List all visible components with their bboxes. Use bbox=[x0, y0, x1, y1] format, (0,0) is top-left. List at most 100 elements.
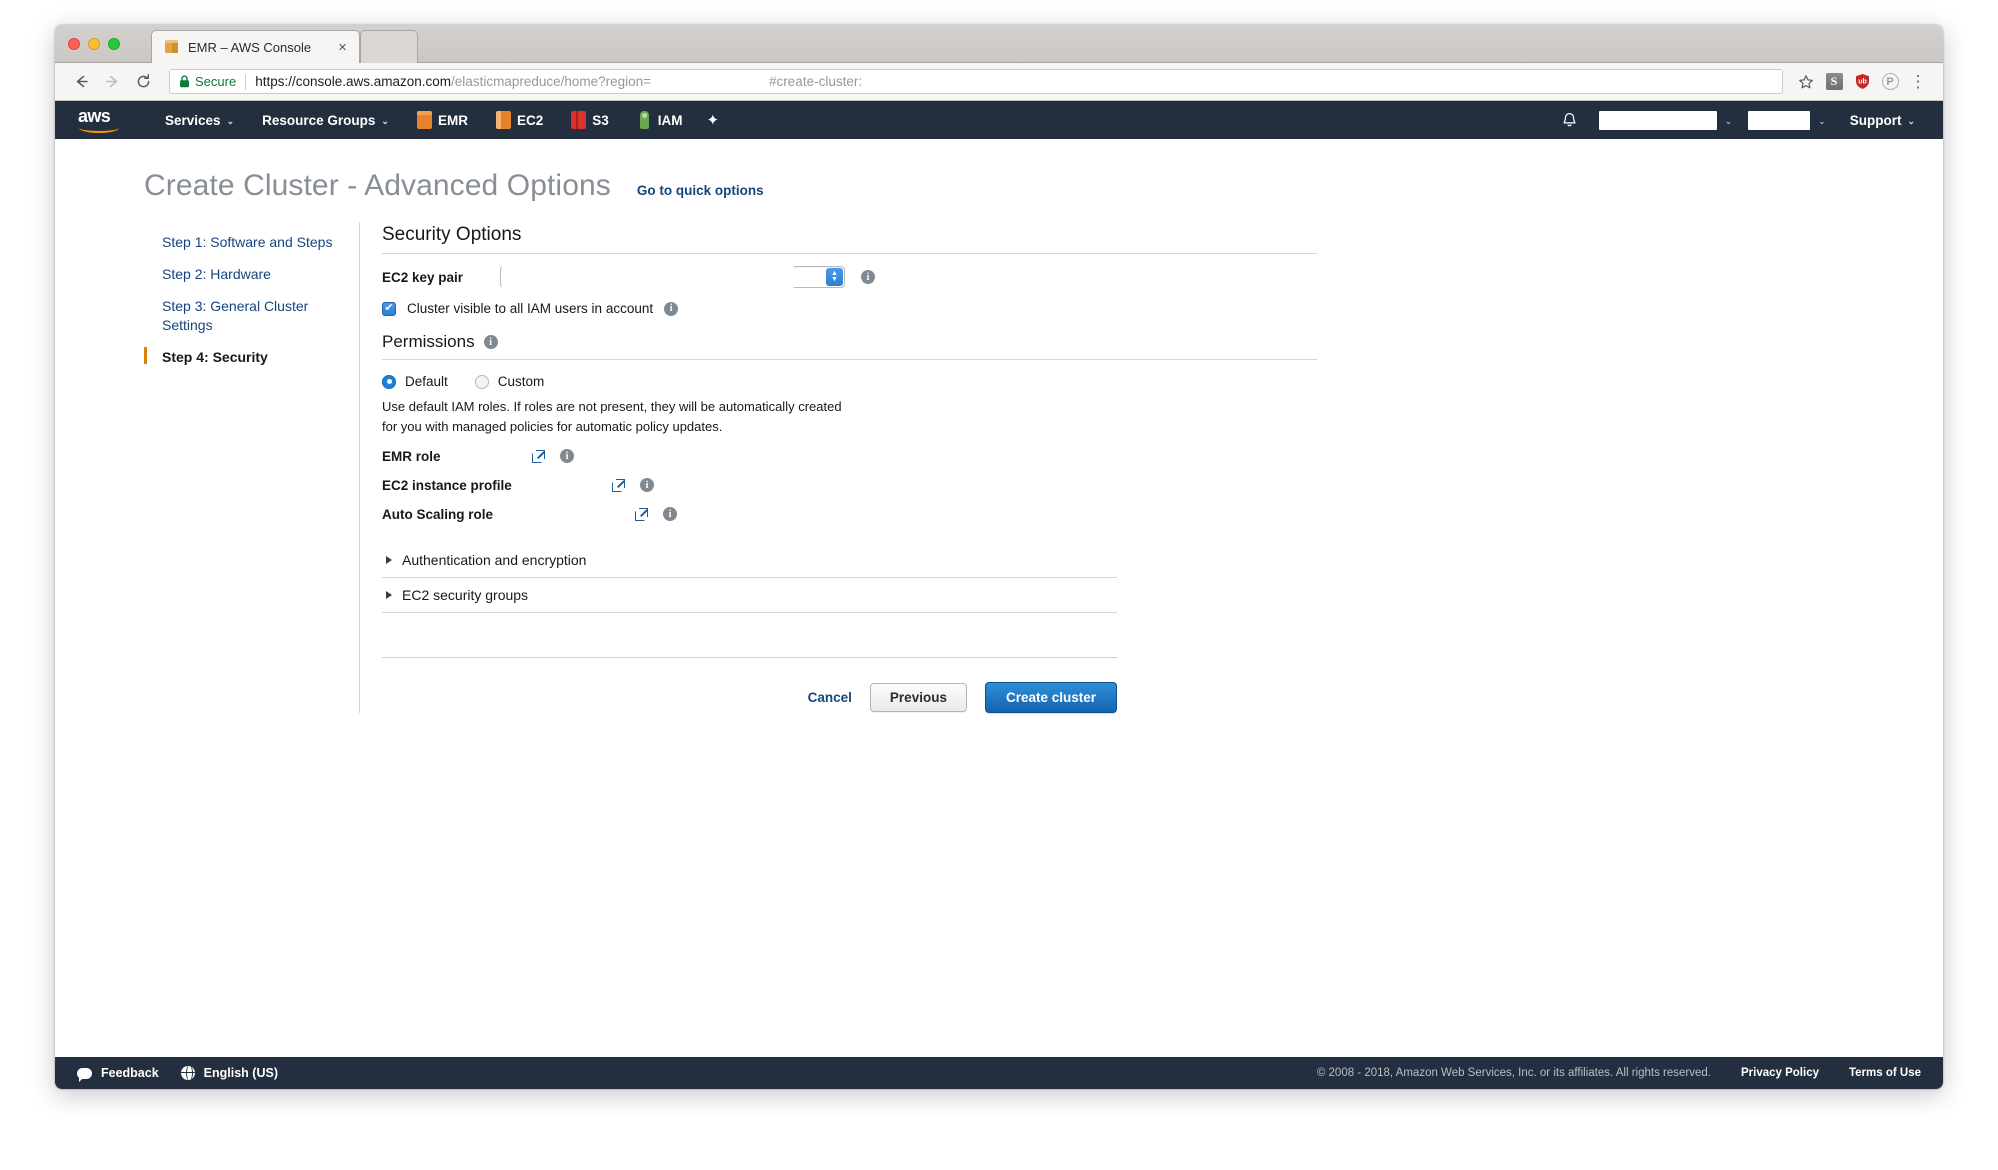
nav-services-label: Services bbox=[165, 112, 221, 128]
nav-shortcut-ec2[interactable]: EC2 bbox=[482, 101, 557, 139]
ec2-icon bbox=[495, 111, 511, 129]
account-menu[interactable]: ⌄ bbox=[1593, 110, 1739, 130]
nav-shortcut-s3-label: S3 bbox=[592, 112, 609, 128]
ublock-shield-icon[interactable]: ʊb bbox=[1849, 69, 1875, 95]
speech-bubble-icon bbox=[77, 1067, 92, 1082]
page-content: Create Cluster - Advanced Options Go to … bbox=[55, 139, 1943, 1089]
sidebar-item-step-2[interactable]: Step 2: Hardware bbox=[144, 258, 359, 290]
stylish-extension-icon[interactable]: S bbox=[1821, 69, 1847, 95]
cancel-button[interactable]: Cancel bbox=[808, 690, 852, 705]
permissions-radio-group: Default Custom bbox=[382, 374, 1320, 389]
sidebar-item-step-4[interactable]: Step 4: Security bbox=[144, 341, 359, 373]
chevron-right-icon bbox=[386, 591, 392, 599]
omnibox-divider bbox=[245, 73, 247, 90]
nav-shortcut-s3[interactable]: S3 bbox=[557, 101, 623, 139]
address-bar[interactable]: Secure https://console.aws.amazon.com/el… bbox=[169, 69, 1783, 94]
info-icon-ec2-key-pair[interactable]: i bbox=[861, 270, 875, 284]
info-icon-auto-scaling-role[interactable]: i bbox=[663, 507, 677, 521]
region-name-redacted bbox=[1748, 110, 1811, 130]
permissions-radio-default[interactable] bbox=[382, 374, 396, 389]
ec2-key-pair-select[interactable]: ▲ ▼ bbox=[500, 261, 845, 289]
s3-icon bbox=[571, 111, 587, 129]
privacy-policy-link[interactable]: Privacy Policy bbox=[1741, 1067, 1819, 1079]
terms-of-use-link[interactable]: Terms of Use bbox=[1849, 1067, 1921, 1079]
pocket-extension-icon[interactable]: P bbox=[1877, 69, 1903, 95]
external-link-icon-auto-scaling-role[interactable] bbox=[635, 507, 648, 521]
chevron-down-icon: ⌄ bbox=[1724, 115, 1733, 126]
nav-resource-groups[interactable]: Resource Groups ⌄ bbox=[248, 101, 403, 139]
close-window-button[interactable] bbox=[68, 38, 80, 50]
aws-logo[interactable]: aws bbox=[77, 106, 125, 134]
account-name-redacted bbox=[1598, 110, 1717, 130]
reload-icon[interactable] bbox=[129, 68, 157, 96]
external-link-icon-emr-role[interactable] bbox=[532, 449, 545, 463]
bell-icon[interactable] bbox=[1550, 112, 1589, 129]
nav-shortcut-iam[interactable]: IAM bbox=[623, 101, 697, 139]
create-cluster-button[interactable]: Create cluster bbox=[984, 682, 1117, 713]
info-icon-cluster-visible[interactable]: i bbox=[664, 301, 679, 316]
globe-icon bbox=[180, 1066, 195, 1080]
feedback-link[interactable]: Feedback bbox=[77, 1066, 159, 1082]
page-title: Create Cluster - Advanced Options bbox=[144, 169, 611, 202]
emr-role-label: EMR role bbox=[382, 448, 441, 464]
page-header: Create Cluster - Advanced Options Go to … bbox=[55, 139, 1943, 203]
go-to-quick-options-link[interactable]: Go to quick options bbox=[637, 183, 764, 198]
url-host: https://console.aws.amazon.com bbox=[255, 74, 452, 89]
permissions-title-text: Permissions bbox=[382, 332, 475, 351]
close-tab-icon[interactable]: × bbox=[334, 39, 351, 56]
permissions-description: Use default IAM roles. If roles are not … bbox=[382, 399, 842, 434]
desktop-background: EMR – AWS Console × Secure https://conso… bbox=[0, 0, 1998, 1170]
nav-services[interactable]: Services ⌄ bbox=[151, 101, 248, 139]
forward-icon[interactable] bbox=[98, 68, 126, 96]
bookmark-star-icon[interactable] bbox=[1793, 69, 1819, 95]
nav-support-label: Support bbox=[1849, 112, 1902, 128]
maximize-window-button[interactable] bbox=[108, 38, 120, 50]
region-menu[interactable]: ⌄ bbox=[1742, 110, 1832, 130]
accordion-ec2-security-groups[interactable]: EC2 security groups bbox=[382, 578, 1117, 613]
permissions-radio-custom[interactable] bbox=[474, 374, 489, 389]
select-stepper-icon[interactable]: ▲ ▼ bbox=[826, 268, 843, 286]
feedback-label: Feedback bbox=[101, 1066, 159, 1080]
iam-icon bbox=[637, 111, 652, 129]
footer-right: © 2008 - 2018, Amazon Web Services, Inc.… bbox=[1317, 1067, 1921, 1079]
minimize-window-button[interactable] bbox=[88, 38, 100, 50]
wizard-button-bar: Cancel Previous Create cluster bbox=[382, 657, 1117, 713]
nav-support[interactable]: Support ⌄ bbox=[1836, 101, 1929, 139]
external-link-icon-ec2-instance-profile[interactable] bbox=[612, 478, 625, 492]
sidebar-item-step-3[interactable]: Step 3: General Cluster Settings bbox=[144, 290, 359, 340]
browser-window: EMR – AWS Console × Secure https://conso… bbox=[55, 25, 1943, 1089]
browser-tab-emr[interactable]: EMR – AWS Console × bbox=[151, 30, 360, 63]
info-icon-ec2-instance-profile[interactable]: i bbox=[640, 478, 654, 492]
chevron-down-icon: ⌄ bbox=[1907, 115, 1915, 126]
info-icon-emr-role[interactable]: i bbox=[560, 449, 574, 463]
permissions-radio-default-label: Default bbox=[405, 374, 448, 389]
browser-toolbar: Secure https://console.aws.amazon.com/el… bbox=[55, 63, 1943, 101]
browser-tab-strip: EMR – AWS Console × bbox=[55, 25, 1943, 63]
page-viewport: aws Services ⌄ Resource Groups ⌄ EMR EC2 bbox=[55, 101, 1943, 1089]
nav-shortcut-emr[interactable]: EMR bbox=[403, 101, 482, 139]
sidebar-item-step-1[interactable]: Step 1: Software and Steps bbox=[144, 226, 359, 258]
info-icon-permissions[interactable]: i bbox=[483, 335, 498, 349]
cube-icon bbox=[164, 39, 179, 55]
svg-text:ʊb: ʊb bbox=[1858, 79, 1867, 86]
chrome-menu-icon[interactable]: ⋮ bbox=[1905, 69, 1931, 95]
nav-shortcut-iam-label: IAM bbox=[657, 112, 683, 128]
auto-scaling-role-label: Auto Scaling role bbox=[382, 506, 494, 522]
secure-label: Secure bbox=[195, 74, 237, 89]
accordion-authentication-and-encryption[interactable]: Authentication and encryption bbox=[382, 543, 1117, 578]
chevron-down-icon: ⌄ bbox=[381, 115, 389, 126]
pin-shortcut-icon[interactable]: ✦ bbox=[696, 111, 729, 129]
language-selector[interactable]: English (US) bbox=[180, 1066, 278, 1080]
accordion-group: Authentication and encryption EC2 securi… bbox=[382, 543, 1320, 613]
ec2-key-pair-label: EC2 key pair bbox=[382, 269, 464, 285]
tab-title: EMR – AWS Console bbox=[188, 39, 312, 55]
browser-tab-blank[interactable] bbox=[360, 30, 418, 63]
nav-shortcut-emr-label: EMR bbox=[437, 112, 468, 128]
cluster-visible-checkbox[interactable]: ✔ bbox=[382, 301, 396, 316]
url-path: /elasticmapreduce/home?region= bbox=[451, 74, 652, 89]
copyright-text: © 2008 - 2018, Amazon Web Services, Inc.… bbox=[1316, 1067, 1711, 1079]
chevron-down-icon: ⌄ bbox=[226, 115, 235, 126]
accordion-ec2-security-groups-label: EC2 security groups bbox=[402, 587, 529, 603]
previous-button[interactable]: Previous bbox=[869, 683, 967, 712]
back-icon[interactable] bbox=[67, 68, 95, 96]
